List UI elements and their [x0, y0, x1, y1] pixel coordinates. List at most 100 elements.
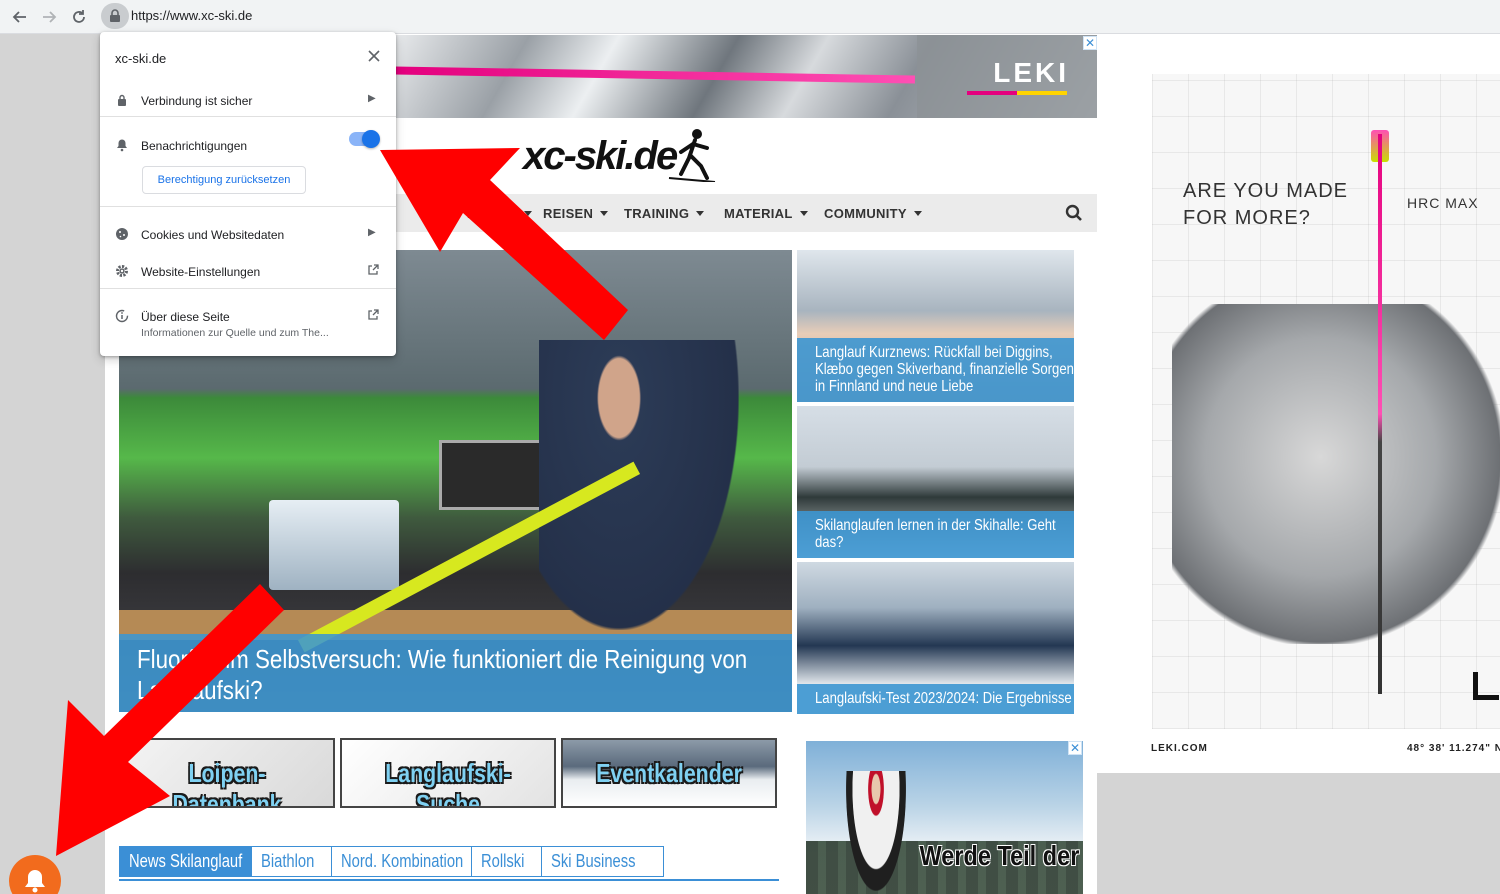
search-icon[interactable]: [1065, 204, 1083, 222]
nav-label: TRAINING: [624, 206, 690, 221]
category-label: Nord. Kombination: [341, 851, 464, 871]
lock-icon: [118, 94, 126, 106]
lock-icon: [110, 9, 120, 22]
ad-close-button[interactable]: ✕: [1068, 741, 1082, 755]
arrow-left-icon: [12, 11, 26, 23]
ad-product-label: HRC MAX: [1407, 195, 1479, 211]
tile-label: Langlaufski-Suche: [385, 758, 511, 808]
reset-permission-button[interactable]: Berechtigung zurücksetzen: [142, 166, 306, 194]
category-tab-rollski[interactable]: Rollski: [471, 846, 545, 877]
article-card[interactable]: Langlaufski-Test 2023/2024: Die Ergebnis…: [797, 562, 1074, 714]
site-info-popup: xc-ski.de Verbindung ist sicher ▶ Benach…: [100, 32, 396, 356]
divider: [100, 206, 396, 207]
close-icon[interactable]: [365, 47, 383, 65]
leki-logo-fragment: [1473, 672, 1499, 700]
ad-logo-box: LEKI: [917, 35, 1097, 118]
ad-pole: [1378, 134, 1382, 694]
hero-title[interactable]: Fluorfrei im Selbstversuch: Wie funktion…: [137, 644, 791, 706]
caret-down-icon: [600, 211, 609, 216]
info-history-icon: [115, 309, 129, 323]
nav-label: COMMUNITY: [824, 206, 907, 221]
card-title[interactable]: Skilanglaufen lernen in der Skihalle: Ge…: [815, 517, 1074, 551]
tile-label: Eventkalender: [596, 758, 742, 788]
leki-stripe: [967, 91, 1067, 95]
bell-icon: [25, 870, 45, 893]
nav-item-loipen[interactable]: LOIPEN: [467, 206, 533, 221]
nav-label: LOIPEN: [467, 206, 518, 221]
ad-close-button[interactable]: ✕: [1083, 36, 1097, 50]
card-caption: Langlauf Kurznews: Rückfall bei Diggins,…: [797, 338, 1074, 402]
skier-ad[interactable]: Werde Teil der: [806, 741, 1083, 894]
tile-loipen-datenbank[interactable]: Loipen-Datenbank: [119, 738, 335, 808]
forward-button[interactable]: [37, 5, 61, 29]
card-title[interactable]: Langlauf Kurznews: Rückfall bei Diggins,…: [815, 344, 1074, 395]
caret-down-icon: [524, 211, 533, 216]
back-button[interactable]: [8, 5, 32, 29]
nav-item-training[interactable]: TRAINING: [624, 206, 705, 221]
site-settings-label: Website-Einstellungen: [141, 265, 261, 279]
tile-langlaufski-suche[interactable]: Langlaufski-Suche: [340, 738, 556, 808]
site-logo[interactable]: xc-ski.de: [523, 134, 678, 179]
notification-bell-button[interactable]: [9, 855, 61, 894]
nav-label: MATERIAL: [724, 206, 793, 221]
divider: [100, 116, 396, 117]
cookies-label: Cookies und Websitedaten: [141, 228, 285, 242]
chevron-right-icon: ▶: [368, 93, 376, 104]
ad-slogan: ARE YOU MADE FOR MORE?: [1183, 178, 1348, 232]
about-page-row[interactable]: Über diese Seite Informationen zur Quell…: [100, 305, 396, 343]
toggle-knob: [362, 130, 380, 148]
category-label: Rollski: [481, 851, 525, 871]
external-link-icon: [368, 309, 379, 320]
category-label: News Skilanglauf: [129, 851, 243, 871]
cookies-row[interactable]: Cookies und Websitedaten ▶: [100, 223, 396, 249]
nav-item-reisen[interactable]: REISEN: [543, 206, 609, 221]
nav-item-community[interactable]: COMMUNITY: [824, 206, 922, 221]
nav-item-material[interactable]: MATERIAL: [724, 206, 808, 221]
category-tab-biathlon[interactable]: Biathlon: [251, 846, 337, 877]
article-card[interactable]: Skilanglaufen lernen in der Skihalle: Ge…: [797, 406, 1074, 558]
category-tab-ski-business[interactable]: Ski Business: [541, 846, 665, 877]
reload-button[interactable]: [67, 5, 91, 29]
divider: [100, 288, 396, 289]
ad-coordinates: 48° 38' 11.274" N: [1407, 743, 1500, 754]
skier-logo-icon: [668, 129, 716, 182]
hero-image-laptop: [439, 440, 549, 510]
notifications-label: Benachrichtigungen: [141, 139, 248, 153]
leki-banner-ad[interactable]: LEKI: [395, 35, 1097, 118]
url-text[interactable]: https://www.xc-ski.de: [131, 8, 252, 23]
hero-image-person: [539, 340, 739, 630]
nav-label: REISEN: [543, 206, 594, 221]
notifications-toggle[interactable]: [349, 130, 380, 148]
cookie-icon: [116, 228, 128, 240]
hero-image-machine: [269, 500, 399, 590]
category-label: Ski Business: [551, 851, 636, 871]
tile-eventkalender[interactable]: Eventkalender: [561, 738, 777, 808]
connection-secure-row[interactable]: Verbindung ist sicher ▶: [100, 89, 396, 115]
ad-slogan-line: FOR MORE?: [1183, 207, 1311, 229]
card-title[interactable]: Langlaufski-Test 2023/2024: Die Ergebnis…: [815, 690, 1074, 707]
ad-map-graphic: [1152, 74, 1500, 729]
tile-label: Loipen-Datenbank: [172, 758, 282, 808]
card-caption: Skilanglaufen lernen in der Skihalle: Ge…: [797, 511, 1074, 558]
caret-down-icon: [696, 211, 705, 216]
ad-slogan-line: ARE YOU MADE: [1183, 180, 1348, 202]
bell-icon: [117, 139, 127, 152]
category-underline: [119, 879, 779, 881]
ad-headline: Werde Teil der: [919, 840, 1079, 871]
popup-domain: xc-ski.de: [115, 51, 167, 66]
browser-toolbar: https://www.xc-ski.de: [0, 0, 1500, 34]
arrow-right-icon: [43, 11, 57, 23]
leki-logo: LEKI: [993, 57, 1069, 88]
hero-caption: Fluorfrei im Selbstversuch: Wie funktion…: [119, 634, 792, 712]
site-settings-row[interactable]: Website-Einstellungen: [100, 260, 396, 286]
leki-skyscraper-ad[interactable]: ARE YOU MADE FOR MORE? HRC MAX LEKI.COM …: [1097, 34, 1500, 773]
card-caption: Langlaufski-Test 2023/2024: Die Ergebnis…: [797, 684, 1074, 714]
external-link-icon: [368, 264, 379, 275]
site-info-button[interactable]: [101, 3, 129, 29]
category-label: Biathlon: [261, 851, 315, 871]
ad-site-label: LEKI.COM: [1151, 743, 1208, 754]
about-label: Über diese Seite: [141, 310, 230, 324]
ad-skier-graphic: [846, 771, 906, 891]
connection-label: Verbindung ist sicher: [141, 94, 253, 108]
article-card[interactable]: Langlauf Kurznews: Rückfall bei Diggins,…: [797, 250, 1074, 402]
